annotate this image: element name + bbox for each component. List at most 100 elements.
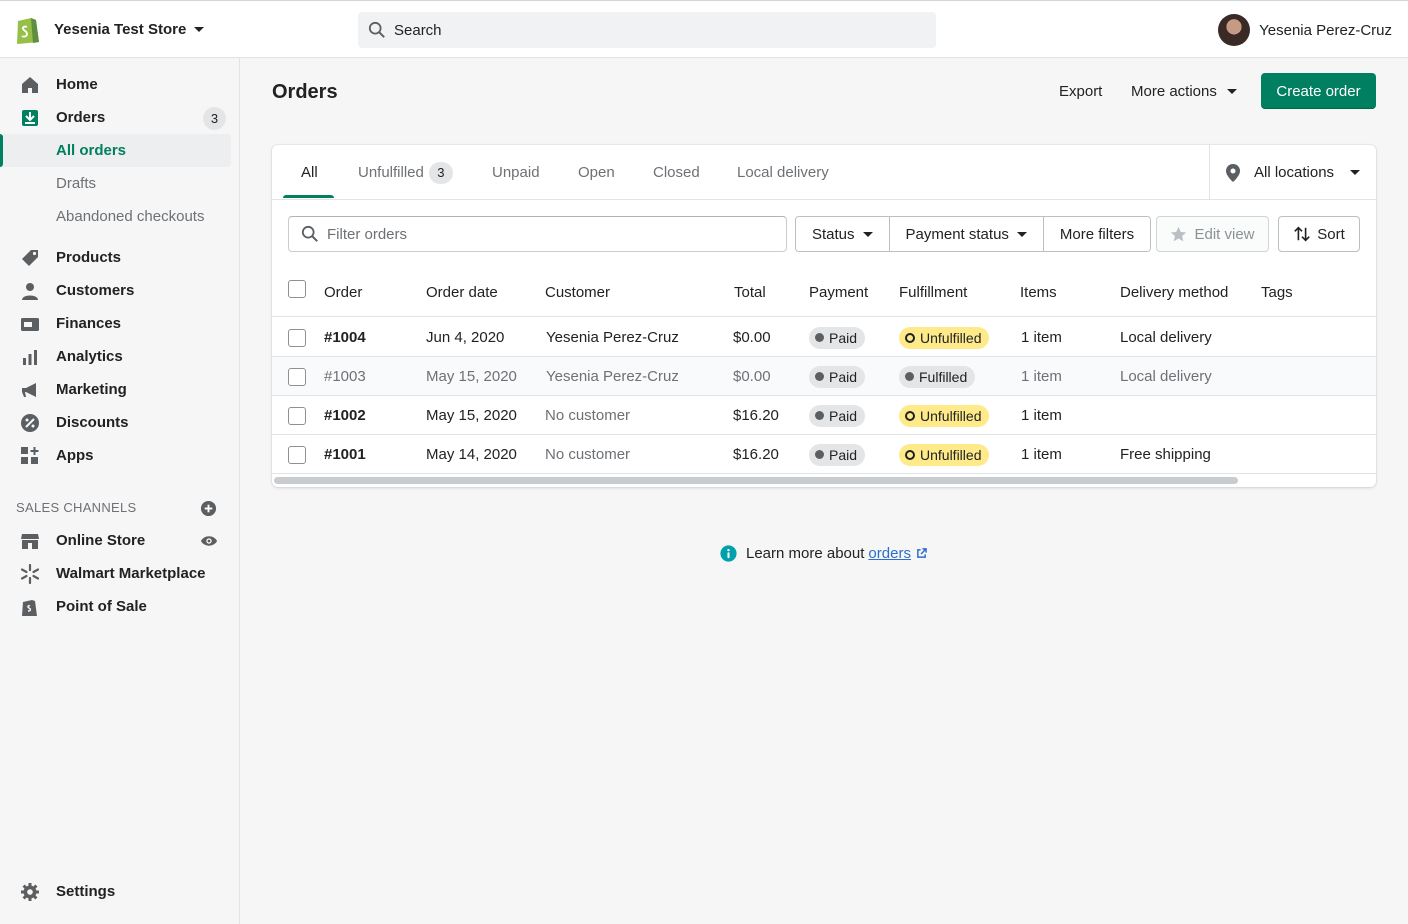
order-number[interactable]: #1003 xyxy=(324,357,366,396)
discount-icon xyxy=(21,414,39,432)
sidebar-item-drafts[interactable]: Drafts xyxy=(0,167,240,200)
status-filter-button[interactable]: Status xyxy=(796,217,890,251)
status-badge: Unfulfilled xyxy=(899,326,990,349)
table-row[interactable]: #1002 May 15, 2020 No customer $16.20 Pa… xyxy=(272,396,1376,435)
more-actions-button[interactable]: More actions xyxy=(1131,75,1237,107)
tab-all[interactable]: All xyxy=(301,145,318,200)
badge-label: Paid xyxy=(829,446,858,463)
store-name: Yesenia Test Store xyxy=(54,20,187,38)
column-header-fulfillment[interactable]: Fulfillment xyxy=(899,268,967,317)
table-row[interactable]: #1004 Jun 4, 2020 Yesenia Perez-Cruz $0.… xyxy=(272,318,1376,357)
gear-icon xyxy=(21,883,39,901)
column-header-tags[interactable]: Tags xyxy=(1261,268,1293,317)
row-checkbox[interactable] xyxy=(288,329,306,347)
order-total: $0.00 xyxy=(733,368,771,385)
column-header-total[interactable]: Total xyxy=(734,268,766,317)
sidebar-item-discounts[interactable]: Discounts xyxy=(0,406,240,439)
sidebar-item-label: Online Store xyxy=(56,532,146,549)
sidebar-item-finances[interactable]: Finances xyxy=(0,307,240,340)
sidebar-item-label: Walmart Marketplace xyxy=(56,565,206,582)
column-header-delivery-method[interactable]: Delivery method xyxy=(1120,268,1228,317)
column-header-customer[interactable]: Customer xyxy=(545,268,610,317)
learn-more-footer: Learn more about orders xyxy=(720,545,927,562)
sidebar-item-walmart-marketplace[interactable]: Walmart Marketplace xyxy=(0,557,240,590)
sidebar-item-settings[interactable]: Settings xyxy=(0,875,240,908)
search-placeholder: Search xyxy=(394,21,442,39)
column-header-order-date[interactable]: Order date xyxy=(426,268,498,317)
select-all-checkbox[interactable] xyxy=(288,280,306,298)
location-select[interactable]: All locations xyxy=(1226,145,1361,200)
sidebar-item-label: Point of Sale xyxy=(56,598,147,615)
edit-view-button[interactable]: Edit view xyxy=(1156,216,1269,252)
row-checkbox[interactable] xyxy=(288,368,306,386)
chevron-down-icon xyxy=(1226,88,1237,94)
customer-name: No customer xyxy=(545,407,631,424)
tab-closed[interactable]: Closed xyxy=(653,145,700,200)
sidebar-item-point-of-sale[interactable]: Point of Sale xyxy=(0,590,240,623)
tab-unfulfilled[interactable]: Unfulfilled 3 xyxy=(358,145,453,200)
sidebar-item-products[interactable]: Products xyxy=(0,241,240,274)
star-icon xyxy=(1171,226,1187,241)
status-dot-icon xyxy=(815,333,824,342)
user-name: Yesenia Perez-Cruz xyxy=(1259,21,1392,39)
sidebar-item-label: Analytics xyxy=(56,348,123,365)
tab-unpaid[interactable]: Unpaid xyxy=(492,145,540,200)
sidebar-item-all-orders[interactable]: All orders xyxy=(0,134,240,167)
sort-button[interactable]: Sort xyxy=(1278,216,1360,252)
eye-icon[interactable] xyxy=(200,534,218,548)
info-icon xyxy=(720,545,737,562)
badge-label: Paid xyxy=(829,368,858,385)
sidebar-item-apps[interactable]: Apps xyxy=(0,439,240,472)
horizontal-scrollbar[interactable] xyxy=(274,477,1238,484)
status-badge: Unfulfilled xyxy=(899,443,990,466)
sidebar-item-abandoned-checkouts[interactable]: Abandoned checkouts xyxy=(0,200,240,233)
sidebar-item-label: Drafts xyxy=(56,175,97,192)
sidebar-item-online-store[interactable]: Online Store xyxy=(0,524,240,557)
tab-open[interactable]: Open xyxy=(578,145,615,200)
chevron-down-icon xyxy=(862,231,873,237)
badge-label: Paid xyxy=(829,329,858,346)
external-link-icon[interactable] xyxy=(916,548,927,559)
button-label: Status xyxy=(812,225,855,243)
order-number[interactable]: #1002 xyxy=(324,396,366,435)
column-header-payment[interactable]: Payment xyxy=(809,268,868,317)
order-date: May 15, 2020 xyxy=(426,407,517,424)
badge-label: Paid xyxy=(829,407,858,424)
payment-status-filter-button[interactable]: Payment status xyxy=(889,217,1044,251)
orders-card: All Unfulfilled 3 Unpaid Open Closed Loc… xyxy=(272,145,1376,487)
table-row[interactable]: #1001 May 14, 2020 No customer $16.20 Pa… xyxy=(272,435,1376,474)
sidebar-item-marketing[interactable]: Marketing xyxy=(0,373,240,406)
column-header-order[interactable]: Order xyxy=(324,268,362,317)
item-count: 1 item xyxy=(1021,329,1062,346)
orders-help-link[interactable]: orders xyxy=(868,545,911,562)
user-menu[interactable]: Yesenia Perez-Cruz xyxy=(1218,13,1392,47)
delivery-method: Local delivery xyxy=(1120,329,1212,346)
store-switcher[interactable]: Yesenia Test Store xyxy=(14,13,205,45)
fulfillment-status: Unfulfilled xyxy=(899,318,990,357)
sidebar-item-customers[interactable]: Customers xyxy=(0,274,240,307)
order-tabs: All Unfulfilled 3 Unpaid Open Closed Loc… xyxy=(272,145,1376,200)
sidebar-item-home[interactable]: Home xyxy=(0,68,240,101)
badge-label: Unfulfilled xyxy=(920,329,982,346)
row-checkbox[interactable] xyxy=(288,446,306,464)
order-number[interactable]: #1004 xyxy=(324,318,366,357)
tab-local-delivery[interactable]: Local delivery xyxy=(737,145,829,200)
more-filters-button[interactable]: More filters xyxy=(1043,217,1151,251)
payment-status: Paid xyxy=(809,318,866,357)
store-icon xyxy=(21,534,39,549)
fulfillment-status: Unfulfilled xyxy=(899,396,990,435)
status-dot-icon xyxy=(905,372,914,381)
row-checkbox[interactable] xyxy=(288,407,306,425)
customer-name: Yesenia Perez-Cruz xyxy=(546,368,679,385)
export-button[interactable]: Export xyxy=(1059,75,1102,107)
filter-orders-input[interactable] xyxy=(327,225,767,243)
order-number[interactable]: #1001 xyxy=(324,435,366,474)
column-header-items[interactable]: Items xyxy=(1020,268,1057,317)
search-input[interactable]: Search xyxy=(358,12,936,48)
table-row[interactable]: #1003 May 15, 2020 Yesenia Perez-Cruz $0… xyxy=(272,357,1376,396)
add-channel-icon[interactable] xyxy=(200,500,217,517)
sidebar-item-orders[interactable]: Orders 3 xyxy=(0,101,240,134)
filter-orders-field[interactable] xyxy=(288,216,787,252)
sidebar-item-analytics[interactable]: Analytics xyxy=(0,340,240,373)
create-order-button[interactable]: Create order xyxy=(1261,73,1376,109)
